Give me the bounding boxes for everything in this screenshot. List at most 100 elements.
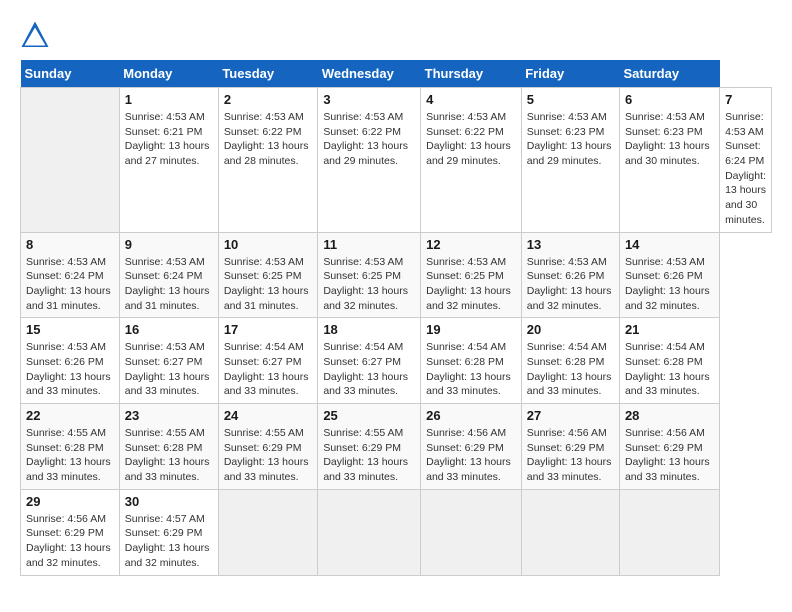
day-cell-25: 25 Sunrise: 4:55 AMSunset: 6:29 PMDayligh… <box>318 404 421 490</box>
day-number: 15 <box>26 322 114 337</box>
day-info: Sunrise: 4:53 AMSunset: 6:25 PMDaylight:… <box>323 255 415 314</box>
day-number: 6 <box>625 92 714 107</box>
day-number: 9 <box>125 237 213 252</box>
day-cell-3: 3Sunrise: 4:53 AMSunset: 6:22 PMDaylight… <box>318 88 421 233</box>
day-number: 11 <box>323 237 415 252</box>
day-cell-11: 11 Sunrise: 4:53 AMSunset: 6:25 PMDayligh… <box>318 232 421 318</box>
day-header-tuesday: Tuesday <box>218 60 318 88</box>
day-info: Sunrise: 4:56 AMSunset: 6:29 PMDaylight:… <box>625 426 714 485</box>
day-info: Sunrise: 4:53 AMSunset: 6:22 PMDaylight:… <box>224 110 313 169</box>
day-info: Sunrise: 4:53 AMSunset: 6:26 PMDaylight:… <box>26 340 114 399</box>
day-info: Sunrise: 4:53 AMSunset: 6:24 PMDaylight:… <box>725 110 766 228</box>
day-cell-5: 5 Sunrise: 4:53 AMSunset: 6:23 PMDaylight… <box>521 88 619 233</box>
day-cell-29: 29 Sunrise: 4:56 AMSunset: 6:29 PMDayligh… <box>21 489 120 575</box>
day-info: Sunrise: 4:57 AMSunset: 6:29 PMDaylight:… <box>125 512 213 571</box>
day-cell-27: 27 Sunrise: 4:56 AMSunset: 6:29 PMDayligh… <box>521 404 619 490</box>
day-number: 29 <box>26 494 114 509</box>
day-cell-8: 8 Sunrise: 4:53 AMSunset: 6:24 PMDaylight… <box>21 232 120 318</box>
day-info: Sunrise: 4:54 AMSunset: 6:27 PMDaylight:… <box>224 340 313 399</box>
day-cell-15: 15 Sunrise: 4:53 AMSunset: 6:26 PMDayligh… <box>21 318 120 404</box>
day-cell-10: 10Sunrise: 4:53 AMSunset: 6:25 PMDayligh… <box>218 232 318 318</box>
day-cell-9: 9 Sunrise: 4:53 AMSunset: 6:24 PMDaylight… <box>119 232 218 318</box>
empty-cell <box>619 489 719 575</box>
day-cell-28: 28 Sunrise: 4:56 AMSunset: 6:29 PMDayligh… <box>619 404 719 490</box>
empty-cell <box>421 489 522 575</box>
logo <box>20 20 54 50</box>
day-cell-24: 24 Sunrise: 4:55 AMSunset: 6:29 PMDayligh… <box>218 404 318 490</box>
day-info: Sunrise: 4:53 AMSunset: 6:24 PMDaylight:… <box>125 255 213 314</box>
day-info: Sunrise: 4:53 AMSunset: 6:25 PMDaylight:… <box>426 255 516 314</box>
day-info: Sunrise: 4:56 AMSunset: 6:29 PMDaylight:… <box>527 426 614 485</box>
day-info: Sunrise: 4:55 AMSunset: 6:29 PMDaylight:… <box>224 426 313 485</box>
day-cell-16: 16 Sunrise: 4:53 AMSunset: 6:27 PMDayligh… <box>119 318 218 404</box>
day-number: 20 <box>527 322 614 337</box>
day-number: 28 <box>625 408 714 423</box>
day-number: 22 <box>26 408 114 423</box>
day-number: 16 <box>125 322 213 337</box>
day-cell-2: 2 Sunrise: 4:53 AMSunset: 6:22 PMDaylight… <box>218 88 318 233</box>
day-cell-22: 22Sunrise: 4:55 AMSunset: 6:28 PMDayligh… <box>21 404 120 490</box>
day-header-monday: Monday <box>119 60 218 88</box>
day-info: Sunrise: 4:56 AMSunset: 6:29 PMDaylight:… <box>26 512 114 571</box>
day-number: 7 <box>725 92 766 107</box>
day-info: Sunrise: 4:53 AMSunset: 6:27 PMDaylight:… <box>125 340 213 399</box>
day-info: Sunrise: 4:54 AMSunset: 6:27 PMDaylight:… <box>323 340 415 399</box>
day-header-wednesday: Wednesday <box>318 60 421 88</box>
day-info: Sunrise: 4:56 AMSunset: 6:29 PMDaylight:… <box>426 426 516 485</box>
day-number: 1 <box>125 92 213 107</box>
page-header <box>20 20 772 50</box>
day-number: 10 <box>224 237 313 252</box>
day-number: 8 <box>26 237 114 252</box>
day-cell-13: 13Sunrise: 4:53 AMSunset: 6:26 PMDayligh… <box>521 232 619 318</box>
day-number: 17 <box>224 322 313 337</box>
day-info: Sunrise: 4:53 AMSunset: 6:23 PMDaylight:… <box>527 110 614 169</box>
empty-cell <box>21 88 120 233</box>
day-info: Sunrise: 4:54 AMSunset: 6:28 PMDaylight:… <box>625 340 714 399</box>
day-headers-row: SundayMondayTuesdayWednesdayThursdayFrid… <box>21 60 772 88</box>
empty-cell <box>521 489 619 575</box>
week-row-5: 29 Sunrise: 4:56 AMSunset: 6:29 PMDayligh… <box>21 489 772 575</box>
day-info: Sunrise: 4:53 AMSunset: 6:21 PMDaylight:… <box>125 110 213 169</box>
day-number: 30 <box>125 494 213 509</box>
day-cell-4: 4 Sunrise: 4:53 AMSunset: 6:22 PMDaylight… <box>421 88 522 233</box>
day-info: Sunrise: 4:53 AMSunset: 6:23 PMDaylight:… <box>625 110 714 169</box>
week-row-3: 15 Sunrise: 4:53 AMSunset: 6:26 PMDayligh… <box>21 318 772 404</box>
day-number: 27 <box>527 408 614 423</box>
empty-cell <box>318 489 421 575</box>
calendar-table: SundayMondayTuesdayWednesdayThursdayFrid… <box>20 60 772 576</box>
day-cell-17: 17 Sunrise: 4:54 AMSunset: 6:27 PMDayligh… <box>218 318 318 404</box>
day-info: Sunrise: 4:53 AMSunset: 6:26 PMDaylight:… <box>527 255 614 314</box>
day-number: 5 <box>527 92 614 107</box>
day-info: Sunrise: 4:55 AMSunset: 6:29 PMDaylight:… <box>323 426 415 485</box>
day-number: 24 <box>224 408 313 423</box>
week-row-1: 1 Sunrise: 4:53 AMSunset: 6:21 PMDaylight… <box>21 88 772 233</box>
day-cell-18: 18 Sunrise: 4:54 AMSunset: 6:27 PMDayligh… <box>318 318 421 404</box>
day-cell-1: 1 Sunrise: 4:53 AMSunset: 6:21 PMDaylight… <box>119 88 218 233</box>
day-header-sunday: Sunday <box>21 60 120 88</box>
day-cell-30: 30 Sunrise: 4:57 AMSunset: 6:29 PMDayligh… <box>119 489 218 575</box>
day-info: Sunrise: 4:55 AMSunset: 6:28 PMDaylight:… <box>125 426 213 485</box>
day-cell-23: 23Sunrise: 4:55 AMSunset: 6:28 PMDayligh… <box>119 404 218 490</box>
day-cell-20: 20Sunrise: 4:54 AMSunset: 6:28 PMDayligh… <box>521 318 619 404</box>
day-info: Sunrise: 4:54 AMSunset: 6:28 PMDaylight:… <box>426 340 516 399</box>
day-number: 2 <box>224 92 313 107</box>
day-cell-7: 7 Sunrise: 4:53 AMSunset: 6:24 PMDaylight… <box>720 88 772 233</box>
day-cell-14: 14 Sunrise: 4:53 AMSunset: 6:26 PMDayligh… <box>619 232 719 318</box>
day-header-saturday: Saturday <box>619 60 719 88</box>
day-number: 26 <box>426 408 516 423</box>
day-info: Sunrise: 4:53 AMSunset: 6:24 PMDaylight:… <box>26 255 114 314</box>
day-number: 12 <box>426 237 516 252</box>
day-cell-21: 21 Sunrise: 4:54 AMSunset: 6:28 PMDayligh… <box>619 318 719 404</box>
empty-cell <box>218 489 318 575</box>
day-number: 18 <box>323 322 415 337</box>
week-row-2: 8 Sunrise: 4:53 AMSunset: 6:24 PMDaylight… <box>21 232 772 318</box>
day-number: 25 <box>323 408 415 423</box>
day-number: 14 <box>625 237 714 252</box>
day-cell-19: 19Sunrise: 4:54 AMSunset: 6:28 PMDayligh… <box>421 318 522 404</box>
day-cell-6: 6 Sunrise: 4:53 AMSunset: 6:23 PMDaylight… <box>619 88 719 233</box>
day-number: 21 <box>625 322 714 337</box>
day-number: 3 <box>323 92 415 107</box>
day-info: Sunrise: 4:53 AMSunset: 6:22 PMDaylight:… <box>426 110 516 169</box>
day-info: Sunrise: 4:53 AMSunset: 6:26 PMDaylight:… <box>625 255 714 314</box>
day-number: 4 <box>426 92 516 107</box>
